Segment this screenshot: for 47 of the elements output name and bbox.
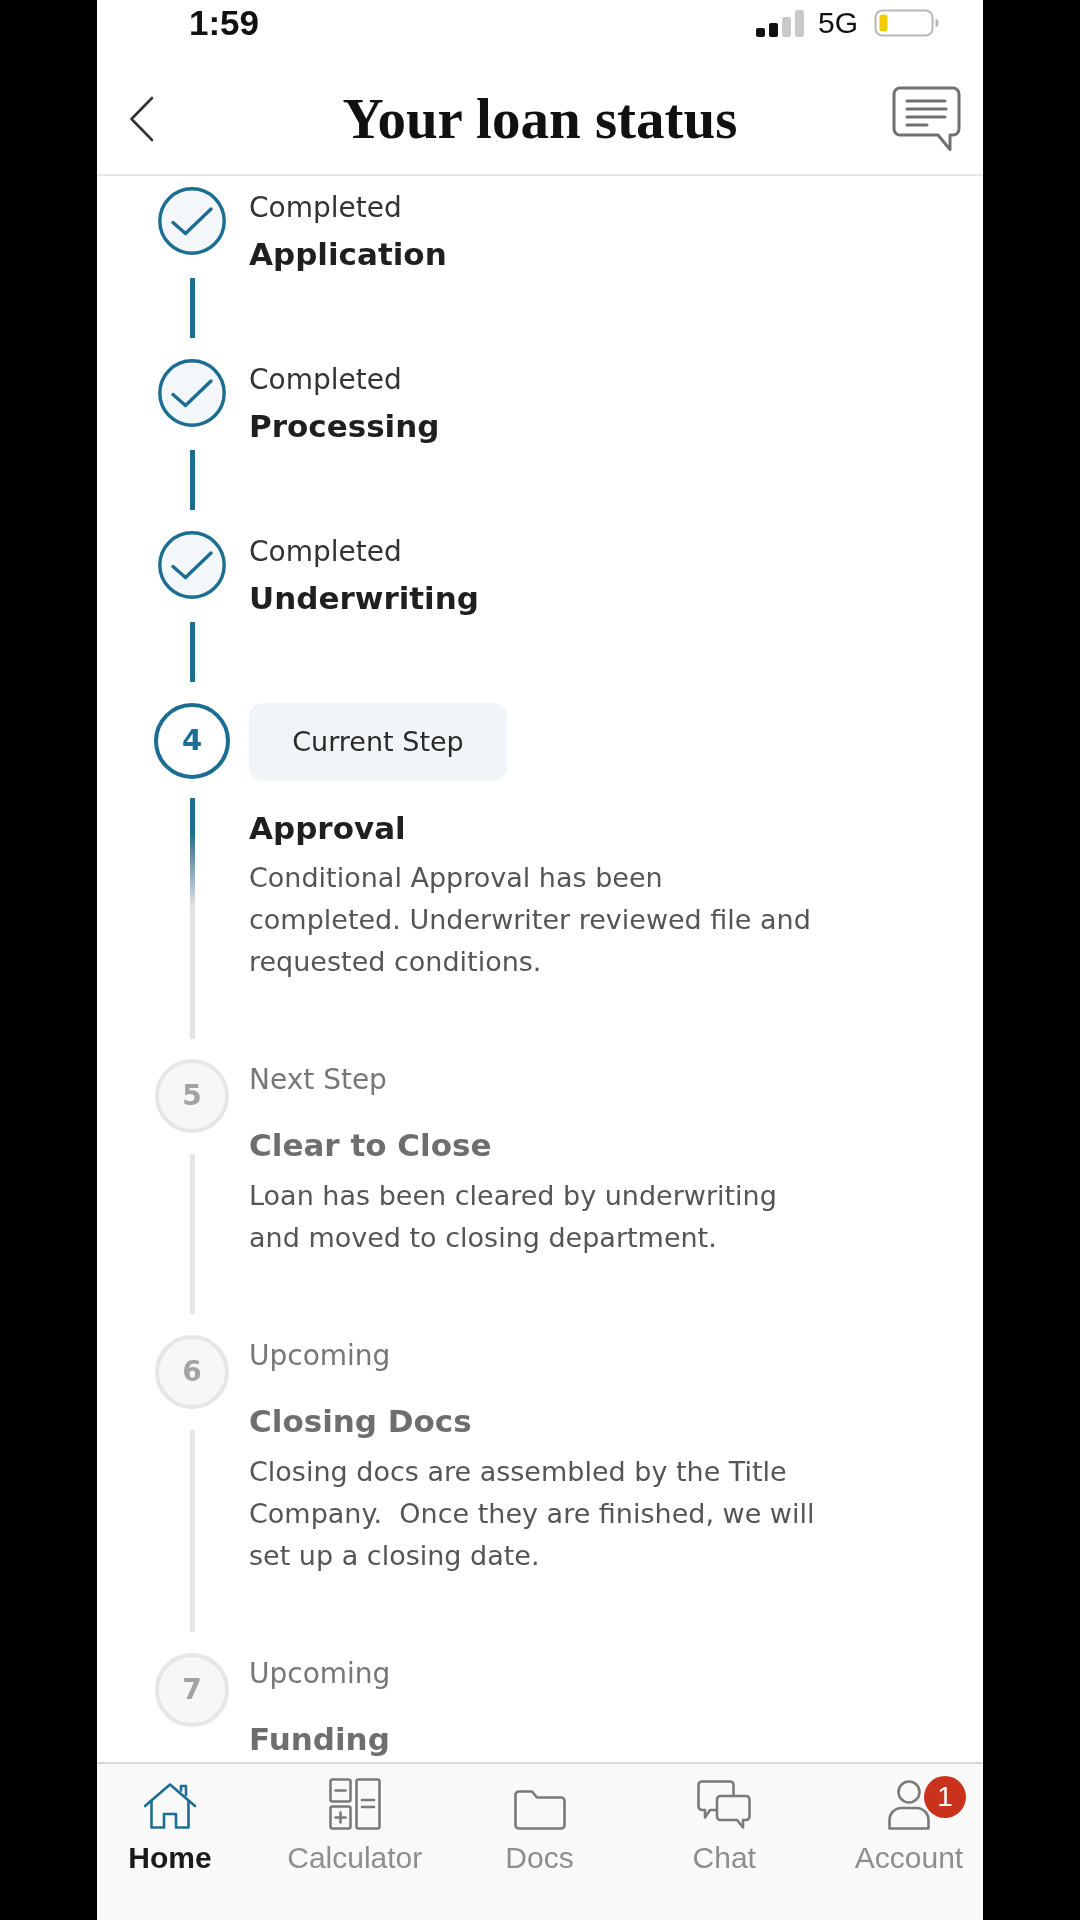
- network-label: 5G: [817, 6, 858, 40]
- step-title: Closing Docs: [249, 1402, 473, 1441]
- step-description: Loan has been cleared by underwriting and moved to closing department.: [249, 1179, 778, 1255]
- step-status: Completed: [249, 534, 403, 570]
- back-button[interactable]: [129, 96, 154, 142]
- timeline-connector: [189, 278, 195, 338]
- step-status: Next Step: [249, 1062, 388, 1098]
- check-circle-icon: [158, 359, 226, 427]
- step-status: Upcoming: [249, 1656, 391, 1692]
- page-title: Your loan status: [342, 87, 738, 151]
- nav-tab[interactable]: Chat: [654, 1778, 795, 1876]
- step-title: Approval: [249, 809, 407, 848]
- chevron-left-icon: [129, 96, 154, 142]
- chat-bubbles-icon: [697, 1780, 752, 1830]
- notification-badge: 1: [924, 1776, 966, 1818]
- step-description: Conditional Approval has been completed. Underwriter reviewed file and requested conditions.: [249, 861, 812, 979]
- speech-bubble-icon: [892, 86, 961, 152]
- step-title: Funding: [249, 1720, 391, 1759]
- timeline-connector: [189, 622, 195, 682]
- step-title: Processing: [249, 407, 440, 446]
- step-description: Closing docs are assembled by the Title Company. Once they are finished, we will set up a closing date.: [249, 1455, 816, 1573]
- step-status: Upcoming: [249, 1338, 392, 1374]
- step-title: Clear to Close: [249, 1126, 493, 1165]
- signal-icon: [755, 9, 804, 37]
- step-status: Completed: [249, 362, 403, 398]
- check-circle-icon: [158, 531, 226, 599]
- battery-icon: [874, 9, 940, 37]
- nav-tab[interactable]: Home: [100, 1778, 240, 1876]
- house-icon: [143, 1782, 197, 1830]
- nav-tab[interactable]: Docs: [469, 1778, 610, 1876]
- step-status: Completed: [249, 190, 403, 226]
- folder-icon: [513, 1790, 566, 1830]
- step-number: 6: [155, 1335, 229, 1409]
- current-step-badge: Current Step: [249, 703, 507, 781]
- timeline-connector: [189, 450, 195, 510]
- step-title: Underwriting: [249, 579, 479, 618]
- check-circle-icon: [158, 187, 226, 255]
- status-time: 1:59: [189, 3, 260, 43]
- step-title: Application: [249, 235, 447, 274]
- step-number: 7: [155, 1653, 229, 1727]
- message-button[interactable]: [892, 86, 961, 152]
- nav-tab[interactable]: Calculator: [284, 1778, 425, 1876]
- person-icon: [888, 1780, 930, 1830]
- nav-tab[interactable]: 1 Account: [839, 1778, 979, 1876]
- step-number: 4: [154, 703, 230, 779]
- step-number: 5: [155, 1059, 229, 1133]
- calculator-icon: [328, 1778, 381, 1830]
